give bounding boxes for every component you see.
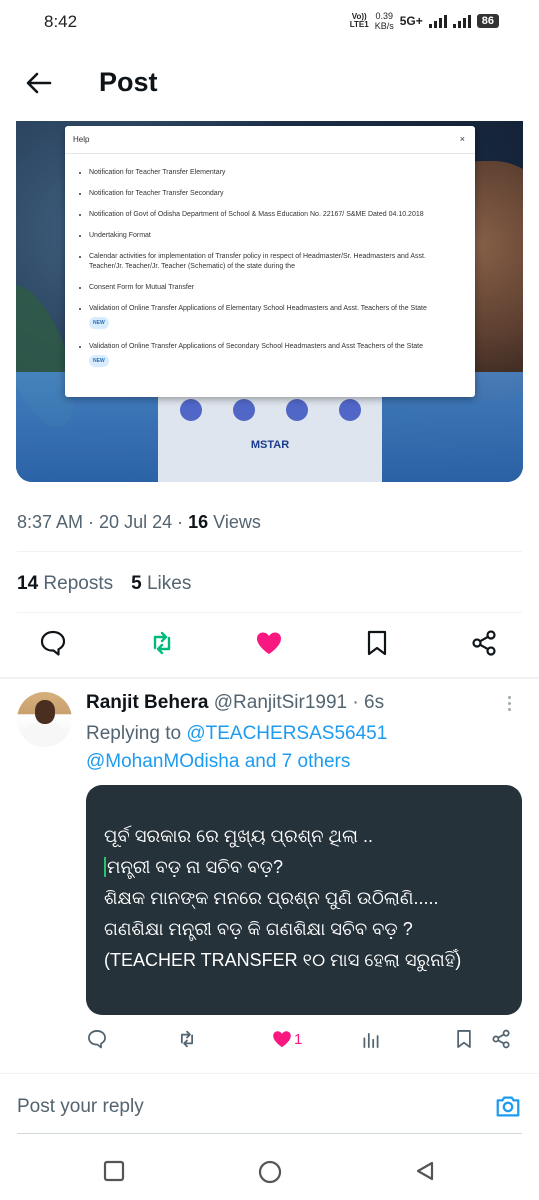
close-icon: ×	[459, 134, 465, 144]
camera-icon[interactable]	[494, 1092, 522, 1120]
top-bar: Post	[0, 52, 539, 116]
mention-link[interactable]: @MohanMOdisha	[86, 751, 239, 772]
author-handle: @RanjitSir1991	[213, 692, 348, 713]
more-options-icon[interactable]	[508, 696, 514, 714]
avatar[interactable]	[17, 692, 72, 747]
bookmark-icon[interactable]	[453, 1028, 475, 1050]
reply-like-count: 1	[294, 1031, 303, 1048]
post-meta: 8:37 AM · 20 Jul 24 · 16 Views	[17, 512, 261, 532]
reply-icon[interactable]	[38, 628, 68, 658]
section-divider	[0, 677, 539, 679]
mention-link[interactable]: @TEACHERSAS56451	[186, 723, 387, 744]
section-divider	[0, 1073, 539, 1074]
help-list: Notification for Teacher Transfer Elemen…	[89, 168, 459, 378]
back-arrow-icon[interactable]	[24, 68, 54, 98]
reply-line: ଗଣଶିକ୍ଷା ମନ୍ତ୍ରୀ ବଡ଼ କି ଗଣଶିକ୍ଷା ସଚିବ ବଡ…	[104, 919, 413, 939]
files-icon	[285, 399, 308, 421]
likes-stat[interactable]: 5 Likes	[131, 573, 191, 595]
signal-icon	[428, 14, 447, 28]
post-image[interactable]: MSTAR Help × Notification for Teacher Tr…	[16, 121, 523, 482]
help-title: Help	[73, 135, 90, 144]
analytics-icon[interactable]	[360, 1028, 382, 1050]
repost-icon[interactable]	[147, 628, 177, 658]
status-time: 8:42	[44, 12, 78, 31]
network-type: 5G+	[399, 14, 423, 28]
help-item: Validation of Online Transfer Applicatio…	[89, 304, 459, 329]
help-item: Calendar activities for implementation o…	[89, 252, 459, 272]
reposts-stat[interactable]: 14 Reposts	[17, 573, 113, 595]
help-item: Notification of Govt of Odisha Departmen…	[89, 210, 459, 220]
phone-icon	[338, 399, 361, 421]
others-link[interactable]: and 7 others	[245, 751, 351, 772]
replying-to: Replying to @TEACHERSAS56451 @MohanMOdis…	[86, 723, 388, 772]
document-icon	[232, 399, 255, 421]
author-name: Ranjit Behera	[86, 692, 209, 713]
help-item: Notification for Teacher Transfer Elemen…	[89, 168, 459, 178]
recents-square-icon[interactable]	[103, 1160, 125, 1182]
back-triangle-icon[interactable]	[414, 1160, 436, 1182]
new-badge: NEW	[89, 317, 109, 329]
reply-line: ଶିକ୍ଷକ ମାନଙ୍କ ମନରେ ପ୍ରଶ୍ନ ପୁଣି ଉଠିଲାଣି..…	[104, 888, 439, 908]
help-item: Consent Form for Mutual Transfer	[89, 283, 459, 293]
reply-input-placeholder[interactable]: Post your reply	[17, 1096, 144, 1117]
reply-age: · 6s	[352, 692, 385, 713]
bookmark-icon[interactable]	[362, 628, 392, 658]
post-date: 20 Jul 24	[99, 512, 173, 532]
repost-icon[interactable]	[176, 1028, 198, 1050]
status-icons: Vo)) LTE1 0.39 KB/s 5G+ 86	[350, 11, 499, 31]
battery-level: 86	[476, 14, 499, 28]
reply-actions	[0, 1028, 539, 1056]
like-heart-icon[interactable]	[254, 628, 284, 658]
divider	[17, 551, 522, 552]
reply-line: ପୂର୍ବ ସରକାର ରେ ମୁଖ୍ୟ ପ୍ରଶ୍ନ ଥିଲା ..	[104, 826, 373, 846]
signal-icon-2	[452, 14, 471, 28]
network-speed: 0.39 KB/s	[374, 11, 394, 31]
page-title: Post	[99, 67, 158, 97]
reply-text-card: ପୂର୍ବ ସରକାର ରେ ମୁଖ୍ୟ ପ୍ରଶ୍ନ ଥିଲା .. ମନ୍ତ…	[86, 785, 522, 1015]
like-heart-icon[interactable]	[271, 1028, 293, 1050]
reply-line: ମନ୍ତ୍ରୀ ବଡ଼ ନା ସଚିବ ବଡ଼?	[104, 852, 504, 883]
reply-composer[interactable]: Post your reply	[17, 1096, 522, 1118]
post-time: 8:37 AM	[17, 512, 84, 532]
app-logo: MSTAR	[250, 439, 290, 451]
home-circle-icon[interactable]	[258, 1160, 282, 1184]
post-actions	[0, 628, 539, 668]
views-label: Views	[213, 512, 261, 532]
status-bar: 8:42 Vo)) LTE1 0.39 KB/s 5G+ 86	[0, 0, 539, 44]
new-badge: NEW	[89, 355, 109, 367]
composer-underline	[17, 1133, 522, 1134]
divider	[17, 612, 522, 613]
help-item: Notification for Teacher Transfer Second…	[89, 189, 459, 199]
help-dialog: Help × Notification for Teacher Transfer…	[65, 126, 475, 397]
text-cursor	[104, 857, 106, 877]
system-nav-bar	[0, 1148, 539, 1200]
reply-icon[interactable]	[86, 1028, 108, 1050]
share-icon[interactable]	[490, 1028, 512, 1050]
app-footer-panel: MSTAR	[158, 393, 382, 482]
help-item: Validation of Online Transfer Applicatio…	[89, 342, 459, 367]
app-icon-row	[158, 399, 382, 421]
reply-line: (TEACHER TRANSFER ୧୦ ମାସ ହେଲା ସରୁନାହିଁ)	[104, 950, 462, 970]
bell-icon	[179, 399, 202, 421]
help-item: Undertaking Format	[89, 231, 459, 241]
post-stats: 14 Reposts 5 Likes	[17, 573, 191, 595]
views-count: 16	[188, 512, 209, 532]
volte-indicator: Vo)) LTE1	[349, 12, 369, 29]
reply-author[interactable]: Ranjit Behera @RanjitSir1991 · 6s	[86, 692, 384, 714]
share-icon[interactable]	[469, 628, 499, 658]
help-divider	[65, 153, 475, 154]
